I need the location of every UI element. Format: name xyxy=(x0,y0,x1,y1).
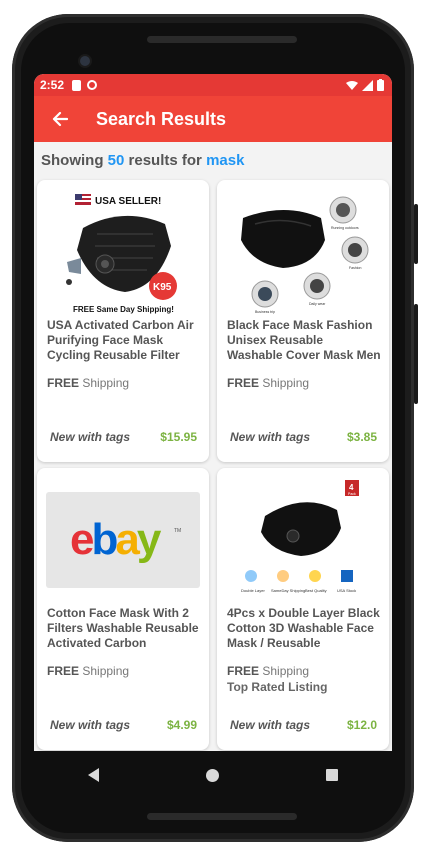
caption-fashion: Fashion xyxy=(349,266,362,270)
nav-back-icon[interactable] xyxy=(87,768,99,782)
nav-recents-icon[interactable] xyxy=(326,769,339,781)
pack-label: Pack xyxy=(348,492,356,496)
app-screen: 2:52 Search Results Showing 50 results f… xyxy=(34,74,392,796)
product-title: 4Pcs x Double Layer Black Cotton 3D Wash… xyxy=(227,606,380,650)
shipping-free: FREE xyxy=(47,376,80,390)
search-query: mask xyxy=(206,152,245,169)
results-list: Showing 50 results for mask USA SELLER! xyxy=(34,142,392,796)
wifi-icon xyxy=(346,80,358,90)
sync-icon xyxy=(87,80,98,90)
ebay-trademark: TM xyxy=(174,528,181,534)
shipping-info: FREE Shipping xyxy=(47,664,129,678)
shipping-info: FREE Shipping xyxy=(227,376,309,390)
item-condition: New with tags xyxy=(50,718,131,732)
status-bar: 2:52 xyxy=(34,74,392,96)
product-image: USA SELLER! K95 FREE Same Day Shipping! xyxy=(45,188,201,316)
signal-icon xyxy=(362,79,373,91)
caption-business: Business trip xyxy=(255,310,275,314)
item-condition: New with tags xyxy=(230,430,311,444)
face-mask-image: 4 Pack Double Layer SameDay Shipping Bes… xyxy=(241,480,359,593)
volume-button xyxy=(414,304,418,404)
feature-usa-stock: USA Stock xyxy=(337,588,356,593)
item-condition: New with tags xyxy=(230,718,311,732)
shipping-free: FREE xyxy=(227,376,260,390)
back-button[interactable] xyxy=(48,107,72,131)
shipping-info: FREE Shipping xyxy=(47,376,129,390)
face-mask-image: Running outdoors Fashion Business trip D… xyxy=(241,196,369,314)
product-card[interactable]: 4 Pack Double Layer SameDay Shipping Bes… xyxy=(217,468,389,750)
earpiece-speaker xyxy=(147,36,297,43)
top-rated-label: Top Rated Listing xyxy=(227,680,328,694)
arrow-left-icon xyxy=(52,111,68,127)
power-button xyxy=(414,204,418,264)
bottom-speaker xyxy=(147,813,297,820)
k95-badge: K95 xyxy=(153,282,172,293)
image-usa-seller: USA SELLER! xyxy=(95,196,161,207)
nav-home-icon[interactable] xyxy=(205,768,219,782)
page-title: Search Results xyxy=(96,108,227,129)
front-camera xyxy=(80,56,90,66)
product-title: Cotton Face Mask With 2 Filters Washable… xyxy=(47,606,199,652)
feature-sameday: SameDay Shipping xyxy=(271,588,305,593)
item-price: $3.85 xyxy=(346,430,377,444)
caption-running: Running outdoors xyxy=(331,226,359,230)
ebay-logo-text: ebay xyxy=(70,515,162,564)
item-condition: New with tags xyxy=(50,430,131,444)
results-count: 50 xyxy=(107,152,125,169)
product-title: USA Activated Carbon Air Purifying Face … xyxy=(47,318,194,364)
feature-double-layer: Double Layer xyxy=(241,588,265,593)
summary-middle: results for xyxy=(128,152,202,169)
ebay-logo-image: ebay TM xyxy=(46,492,200,588)
shipping-info: FREE Shipping xyxy=(227,664,309,678)
product-card[interactable]: ebay TM Cotton Face Mask With 2 Filters … xyxy=(37,468,209,750)
product-image: 4 Pack Double Layer SameDay Shipping Bes… xyxy=(225,476,381,604)
product-title: Black Face Mask Fashion Unisex Reusable … xyxy=(227,318,381,364)
pack-badge: 4 xyxy=(349,483,354,492)
status-time: 2:52 xyxy=(40,78,65,92)
shipping-label: Shipping xyxy=(82,664,130,678)
product-image: Running outdoors Fashion Business trip D… xyxy=(225,188,381,316)
caption-daily: Daily wear xyxy=(309,302,326,306)
shipping-label: Shipping xyxy=(262,376,310,390)
feature-quality: Best Quality xyxy=(305,588,327,593)
item-price: $15.95 xyxy=(160,430,197,444)
shipping-free: FREE xyxy=(47,664,80,678)
system-nav-bar xyxy=(34,751,392,799)
shipping-free: FREE xyxy=(227,664,260,678)
face-mask-image: USA SELLER! K95 FREE Same Day Shipping! xyxy=(66,194,177,314)
product-card[interactable]: USA SELLER! K95 FREE Same Day Shipping! … xyxy=(37,180,209,462)
notification-icon xyxy=(72,79,82,91)
product-image: ebay TM xyxy=(45,476,201,604)
product-card[interactable]: Running outdoors Fashion Business trip D… xyxy=(217,180,389,462)
item-price: $4.99 xyxy=(166,718,197,732)
shipping-label: Shipping xyxy=(262,664,310,678)
image-shipping-banner: FREE Same Day Shipping! xyxy=(73,305,174,314)
item-price: $12.0 xyxy=(346,718,377,732)
battery-icon xyxy=(377,79,384,91)
app-bar: Search Results xyxy=(34,96,392,142)
shipping-label: Shipping xyxy=(82,376,130,390)
results-summary: Showing 50 results for mask xyxy=(41,152,244,169)
ebay-logo-icon: ebay TM xyxy=(70,515,181,564)
summary-prefix: Showing xyxy=(41,152,104,169)
